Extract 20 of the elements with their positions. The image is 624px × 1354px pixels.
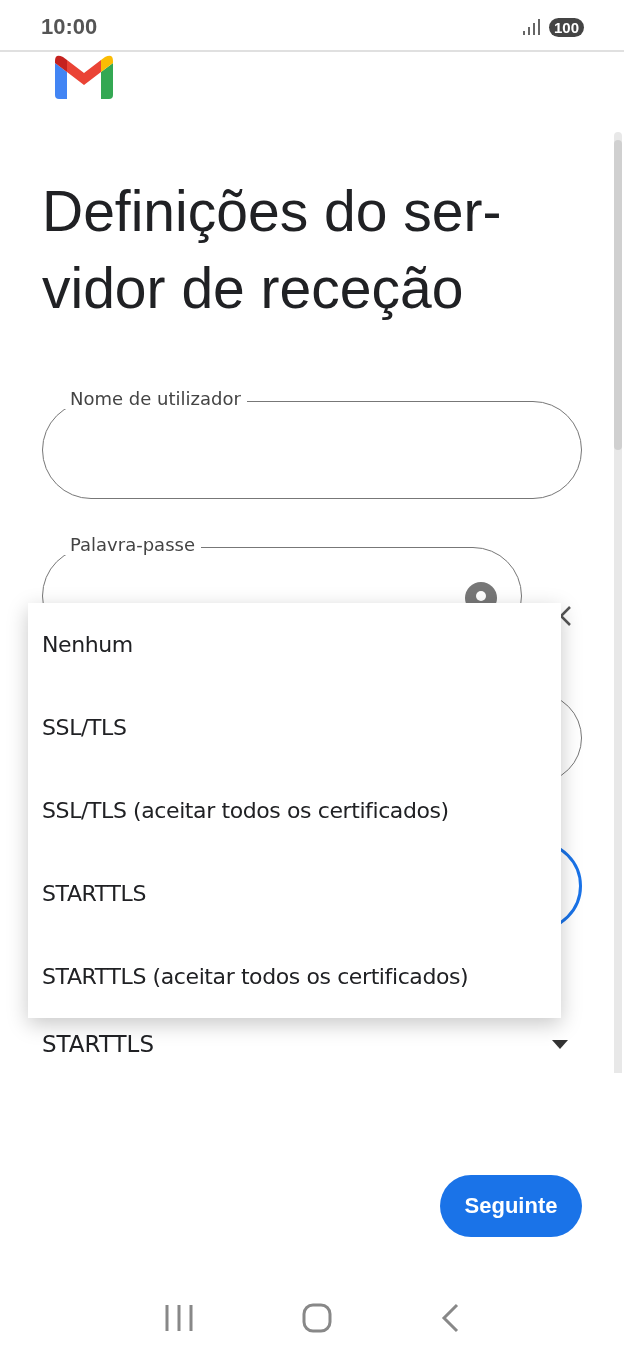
status-time: 10:00 — [41, 14, 98, 40]
menu-item[interactable]: STARTTLS (aceitar todos os certificados) — [28, 935, 561, 1018]
menu-item[interactable]: STARTTLS — [28, 852, 561, 935]
signal-icon — [522, 19, 541, 35]
field-label: Palavra-passe — [64, 534, 201, 555]
security-dropdown[interactable]: STARTTLS — [42, 1031, 582, 1057]
scrollbar[interactable] — [614, 132, 622, 1073]
home-icon[interactable] — [302, 1302, 332, 1333]
mail-logo — [55, 55, 113, 99]
back-icon[interactable] — [441, 1302, 460, 1333]
chevron-icon[interactable] — [558, 605, 572, 627]
page-title: Definições do ser- vidor de receção — [42, 178, 503, 322]
menu-item[interactable]: SSL/TLS (aceitar todos os certificados) — [28, 769, 561, 852]
menu-item[interactable]: Nenhum — [28, 603, 561, 686]
caret-icon — [552, 1039, 568, 1049]
menu-item[interactable]: SSL/TLS — [28, 686, 561, 769]
field-label: Nome de utilizador — [64, 388, 247, 409]
battery-level: 100 — [548, 17, 584, 37]
next-button[interactable]: Seguinte — [440, 1175, 582, 1237]
recent-apps-icon[interactable] — [164, 1304, 193, 1331]
